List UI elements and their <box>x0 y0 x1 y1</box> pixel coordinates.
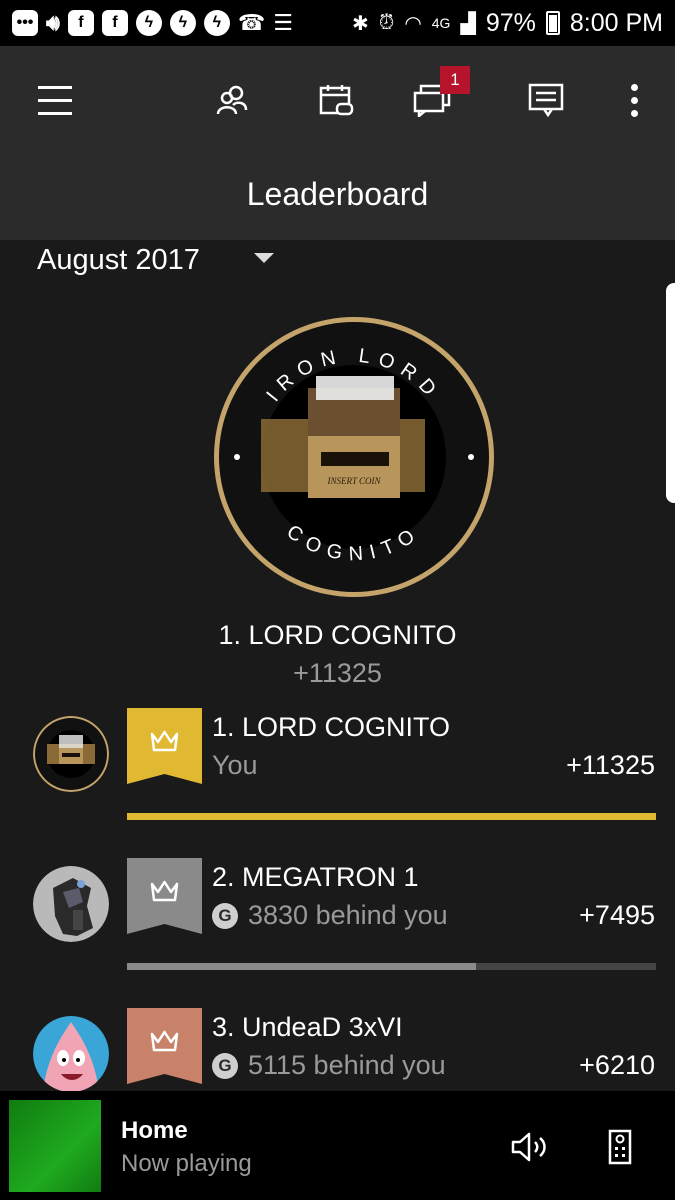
progress-bar-1 <box>127 813 656 820</box>
menu-icon-line <box>38 98 72 102</box>
player-subtitle-text: 5115 behind you <box>248 1050 446 1080</box>
page-title: Leaderboard <box>246 176 429 212</box>
system-status: ✱ ⏰︎ ◠ 4G ▟ 97% 8:00 PM <box>352 9 663 38</box>
month-label: August 2017 <box>37 244 200 276</box>
now-playing-thumbnail <box>9 1100 101 1192</box>
volume-icon: 🔊︎ <box>46 10 60 35</box>
now-playing-bar[interactable]: Home Now playing <box>0 1091 675 1200</box>
friends-icon <box>216 85 248 115</box>
activity-feed-button[interactable] <box>524 78 568 122</box>
menu-icon-line <box>38 111 72 115</box>
kebab-dot <box>630 96 638 104</box>
list-icon: ☰ <box>273 10 294 35</box>
facebook-icon: f <box>67 10 94 36</box>
messenger-icon-3: ϟ <box>203 10 230 36</box>
player-avatar-2 <box>33 866 109 942</box>
bluetooth-icon: ✱ <box>351 12 369 35</box>
messenger-icon: ϟ <box>135 10 162 36</box>
crown-flag-icon <box>127 858 202 934</box>
hero-avatar[interactable]: INSERT COIN IRON LORD COGNITO <box>213 316 495 598</box>
wifi-icon: ◠ <box>404 12 422 35</box>
player-score: +11325 <box>566 750 655 780</box>
now-playing-title: Home <box>121 1117 188 1144</box>
app-bar: 1 Leaderboard <box>0 46 675 240</box>
crown-flag-icon <box>127 708 202 784</box>
rank-flag-3 <box>127 1008 202 1084</box>
chat-bubble-icon: ••• <box>12 10 38 36</box>
messenger-icon-2: ϟ <box>169 10 196 36</box>
leaderboard-row-1[interactable]: 1. LORD COGNITO You +11325 <box>0 708 675 858</box>
player-score: +7495 <box>579 900 655 930</box>
messages-badge: 1 <box>440 66 470 94</box>
leaderboard-row-2[interactable]: 2. MEGATRON 1 G 3830 behind you +7495 <box>0 858 675 1008</box>
battery-icon <box>545 11 560 35</box>
clock: 8:00 PM <box>569 8 663 37</box>
rank-flag-1 <box>127 708 202 784</box>
progress-bar-fill <box>127 963 477 970</box>
hero-avatar-insert-coin: INSERT COIN <box>326 476 381 486</box>
player-subtitle-text: You <box>212 750 258 780</box>
player-name: 1. LORD COGNITO <box>212 712 451 742</box>
now-playing-subtitle: Now playing <box>121 1150 252 1177</box>
feed-message-icon <box>528 83 564 118</box>
notification-icons: ••• 🔊︎ f f ϟ ϟ ϟ ☎︎ ☰ <box>12 10 293 36</box>
kebab-dot <box>630 83 638 91</box>
status-bar: ••• 🔊︎ f f ϟ ϟ ϟ ☎︎ ☰ ✱ ⏰︎ ◠ 4G ▟ 97% 8:… <box>0 0 675 46</box>
kebab-dot <box>630 109 638 117</box>
menu-button[interactable] <box>33 78 77 122</box>
signal-icon: ▟ <box>460 12 476 35</box>
player-subtitle: You <box>212 750 258 781</box>
remote-icon <box>608 1129 632 1165</box>
gamerscore-icon: G <box>212 902 238 929</box>
events-button[interactable] <box>314 78 358 122</box>
battery-percent: 97% <box>485 8 536 37</box>
chevron-down-icon <box>253 252 274 263</box>
facebook-icon-2: f <box>101 10 128 36</box>
progress-bar-fill <box>127 813 656 820</box>
player-subtitle: G 3830 behind you <box>212 900 448 931</box>
friends-button[interactable] <box>210 78 254 122</box>
missed-call-icon: ☎︎ <box>237 10 266 35</box>
gamerscore-icon: G <box>212 1052 238 1079</box>
speaker-icon <box>511 1132 546 1162</box>
rank-flag-2 <box>127 858 202 934</box>
player-name: 3. UndeaD 3xVI <box>212 1012 403 1042</box>
remote-button[interactable] <box>598 1125 642 1169</box>
player-subtitle: G 5115 behind you <box>212 1050 446 1081</box>
network-type: 4G <box>431 15 451 31</box>
more-options-button[interactable] <box>612 78 656 122</box>
progress-bar-2 <box>127 963 656 970</box>
edge-panel-handle[interactable] <box>666 283 675 503</box>
player-score: +6210 <box>579 1050 655 1080</box>
player-avatar-1 <box>33 716 109 792</box>
crown-flag-icon <box>127 1008 202 1084</box>
player-avatar-3 <box>33 1016 109 1092</box>
calendar-controller-icon <box>319 85 354 116</box>
player-subtitle-text: 3830 behind you <box>248 900 448 930</box>
hero-name: 1. LORD COGNITO <box>218 620 457 650</box>
hero-score: +11325 <box>293 658 382 688</box>
month-selector[interactable]: August 2017 <box>37 244 274 277</box>
alarm-icon: ⏰︎ <box>378 11 395 34</box>
player-name: 2. MEGATRON 1 <box>212 862 419 892</box>
menu-icon-line <box>38 85 72 89</box>
volume-button[interactable] <box>508 1125 552 1169</box>
